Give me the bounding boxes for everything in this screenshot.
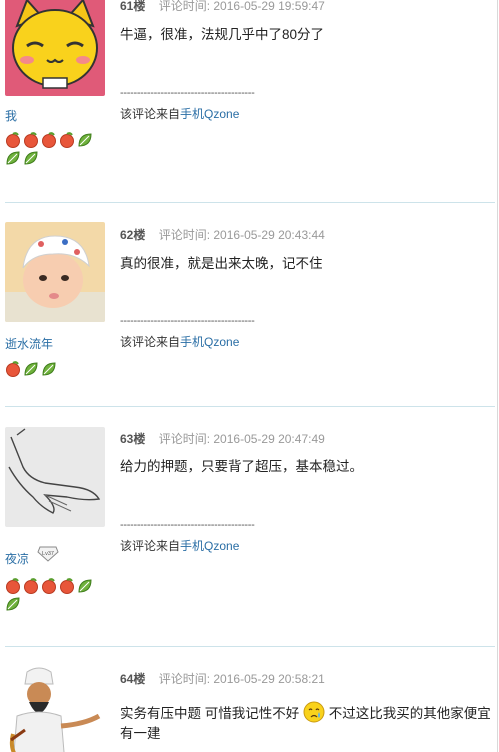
comment-text-line2: 有一建 xyxy=(120,726,161,741)
signature-divider: ---------------------------------------- xyxy=(120,519,255,531)
peach-medal-icon xyxy=(6,361,20,377)
comment-meta: 63楼 评论时间: 2016-05-29 20:47:49 xyxy=(120,430,325,447)
crying-face-emoji-icon xyxy=(303,701,325,723)
genie-cartoon-icon xyxy=(5,664,105,752)
peach-medal-icon xyxy=(60,578,74,594)
peach-medal-icon xyxy=(6,132,20,148)
peach-medal-icon xyxy=(60,132,74,148)
floor-number: 63楼 xyxy=(120,432,146,446)
peach-medal-icon xyxy=(24,132,38,148)
source-link[interactable]: 手机Qzone xyxy=(180,335,239,349)
leaf-medal-icon xyxy=(42,362,56,376)
comment-text-part1: 实务有压中题 可惜我记性不好 xyxy=(120,706,300,721)
medal-list xyxy=(5,132,100,166)
comment-time: 评论时间: 2016-05-29 20:43:44 xyxy=(158,228,325,242)
avatar[interactable] xyxy=(5,427,105,527)
comment-separator xyxy=(5,202,495,203)
leaf-medal-icon xyxy=(78,133,92,147)
baby-photo-icon xyxy=(5,222,105,322)
peach-medal-icon xyxy=(42,578,56,594)
leaf-medal-icon xyxy=(24,151,38,165)
leaf-medal-icon xyxy=(6,151,20,165)
comment-text: 给力的押题，只要背了超压，基本稳过。 xyxy=(120,459,363,474)
source-prefix: 该评论来自 xyxy=(120,539,181,553)
comment-source: 该评论来自手机Qzone xyxy=(120,333,239,350)
comment-meta: 62楼 评论时间: 2016-05-29 20:43:44 xyxy=(120,226,325,243)
comment-time: 评论时间: 2016-05-29 19:59:47 xyxy=(158,0,325,13)
medal-list xyxy=(5,578,100,612)
avatar[interactable] xyxy=(5,222,105,322)
comment-text: 实务有压中题 可惜我记性不好 不过这比我买的其他家便宜 xyxy=(120,701,491,725)
comment-separator xyxy=(5,406,495,407)
comment-source: 该评论来自手机Qzone xyxy=(120,105,239,122)
page-right-border xyxy=(497,0,498,752)
comment-source: 该评论来自手机Qzone xyxy=(120,537,239,554)
floor-number: 61楼 xyxy=(120,0,146,13)
signature-divider: ---------------------------------------- xyxy=(120,315,255,327)
source-link[interactable]: 手机Qzone xyxy=(180,107,239,121)
username[interactable]: 我 xyxy=(5,107,17,124)
signature-divider: ---------------------------------------- xyxy=(120,87,255,99)
leaf-medal-icon xyxy=(24,362,38,376)
comment-time: 评论时间: 2016-05-29 20:47:49 xyxy=(158,432,325,446)
floor-number: 62楼 xyxy=(120,228,146,242)
comment-text: 牛逼，很准，法规几乎中了80分了 xyxy=(120,27,325,42)
peach-medal-icon xyxy=(24,578,38,594)
source-prefix: 该评论来自 xyxy=(120,335,181,349)
comment-time: 评论时间: 2016-05-29 20:58:21 xyxy=(158,672,325,686)
level-badge-text: Lv37 xyxy=(42,551,54,557)
username[interactable]: 逝水流年 xyxy=(5,335,53,352)
floor-number: 64楼 xyxy=(120,672,146,686)
source-prefix: 该评论来自 xyxy=(120,107,181,121)
leaf-medal-icon xyxy=(6,597,20,611)
comment-text-part2: 不过这比我买的其他家便宜 xyxy=(328,706,491,721)
comment-text: 真的很准，就是出来太晚，记不住 xyxy=(120,256,323,271)
level-badge-icon: Lv37 xyxy=(37,546,59,562)
peach-medal-icon xyxy=(42,132,56,148)
username[interactable]: 夜凉 xyxy=(5,550,29,567)
comment-meta: 64楼 评论时间: 2016-05-29 20:58:21 xyxy=(120,670,325,687)
comment-separator xyxy=(5,646,495,647)
comment-meta: 61楼 评论时间: 2016-05-29 19:59:47 xyxy=(120,0,325,14)
avatar[interactable] xyxy=(5,664,105,752)
leaf-medal-icon xyxy=(78,579,92,593)
source-link[interactable]: 手机Qzone xyxy=(180,539,239,553)
avatar[interactable] xyxy=(5,0,105,96)
yellow-cat-cartoon-icon xyxy=(5,0,105,96)
hand-sketch-icon xyxy=(5,427,105,527)
peach-medal-icon xyxy=(6,578,20,594)
medal-list xyxy=(5,361,100,377)
